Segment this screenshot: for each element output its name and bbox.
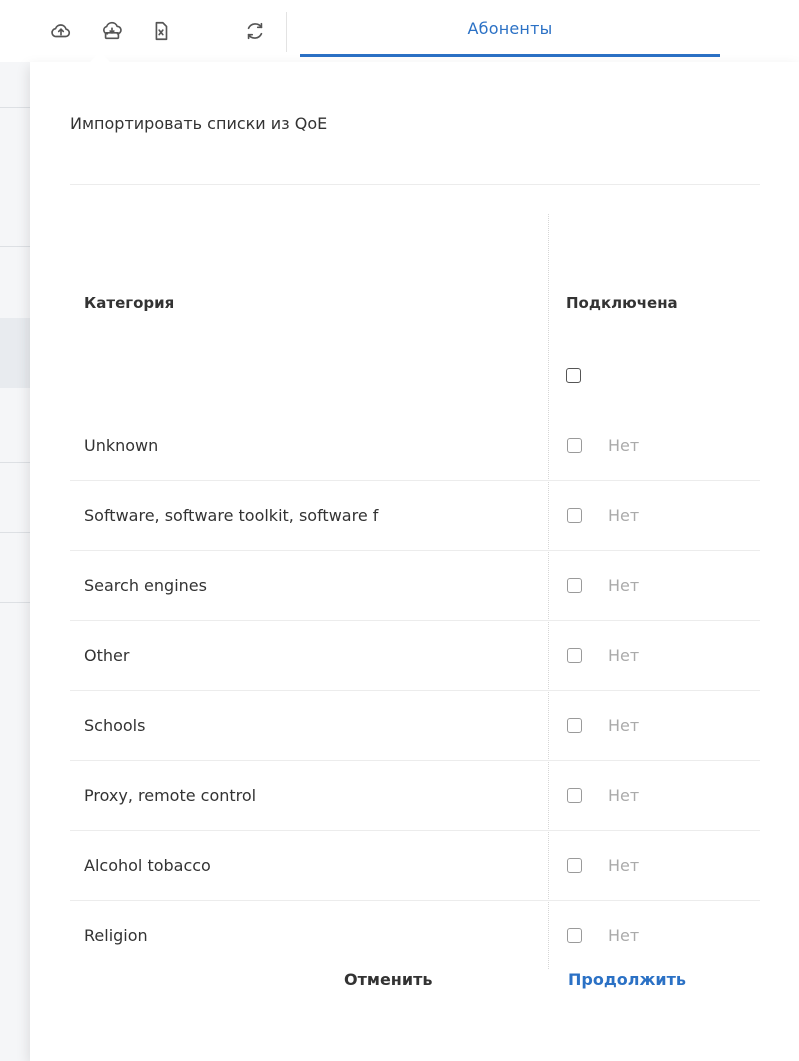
tab-subscribers-label: Абоненты — [467, 18, 553, 38]
top-toolbar: Абоненты — [0, 0, 799, 62]
row-category: Search engines — [84, 575, 207, 595]
row-checkbox[interactable] — [567, 438, 582, 453]
table-row: Software, software toolkit, software f Не… — [70, 480, 760, 551]
background-separator — [0, 602, 30, 603]
popover-arrow — [90, 52, 110, 62]
row-status: Нет — [608, 855, 640, 875]
cancel-button[interactable]: Отменить — [344, 970, 432, 989]
row-category: Software, software toolkit, software f — [84, 505, 379, 525]
background-row — [0, 318, 30, 388]
table-row: Schools Нет — [70, 690, 760, 761]
active-tab-indicator — [300, 54, 720, 57]
row-status: Нет — [608, 505, 640, 525]
table-row: Alcohol tobacco Нет — [70, 830, 760, 901]
row-category: Proxy, remote control — [84, 785, 257, 805]
row-status: Нет — [608, 715, 640, 735]
refresh-icon[interactable] — [242, 18, 268, 44]
title-separator — [70, 184, 760, 185]
table-row: Other Нет — [70, 620, 760, 691]
excel-file-icon[interactable] — [148, 18, 174, 44]
row-status: Нет — [608, 575, 640, 595]
table-row: Unknown Нет — [70, 410, 760, 481]
table-row: Proxy, remote control Нет — [70, 760, 760, 831]
continue-button[interactable]: Продолжить — [568, 970, 686, 989]
categories-table: Категория Подключена Unknown Нет Software,… — [70, 214, 760, 969]
row-category: Schools — [84, 715, 146, 735]
background-separator — [0, 107, 30, 108]
table-row: Religion Нет — [70, 900, 760, 969]
row-checkbox[interactable] — [567, 788, 582, 803]
background-separator — [0, 462, 30, 463]
row-category: Unknown — [84, 435, 159, 455]
row-checkbox[interactable] — [567, 578, 582, 593]
toolbar-divider — [286, 12, 287, 52]
dialog-title: Импортировать списки из QoE — [70, 114, 328, 133]
background-separator — [0, 246, 30, 247]
row-status: Нет — [608, 925, 640, 945]
row-category: Alcohol tobacco — [84, 855, 211, 875]
column-header-category: Категория — [84, 294, 175, 312]
row-status: Нет — [608, 785, 640, 805]
row-checkbox[interactable] — [567, 648, 582, 663]
import-dialog: Импортировать списки из QoE Категория По… — [30, 52, 799, 1061]
row-category: Religion — [84, 925, 148, 945]
select-all-checkbox[interactable] — [566, 368, 581, 383]
background-separator — [0, 532, 30, 533]
tab-subscribers[interactable]: Абоненты — [300, 0, 720, 56]
column-header-connected: Подключена — [566, 294, 678, 312]
row-checkbox[interactable] — [567, 928, 582, 943]
row-checkbox[interactable] — [567, 858, 582, 873]
row-status: Нет — [608, 645, 640, 665]
table-row: Search engines Нет — [70, 550, 760, 621]
row-checkbox[interactable] — [567, 508, 582, 523]
cloud-upload-icon[interactable] — [48, 18, 74, 44]
row-checkbox[interactable] — [567, 718, 582, 733]
row-category: Other — [84, 645, 130, 665]
row-status: Нет — [608, 435, 640, 455]
cloud-download-icon[interactable] — [99, 18, 125, 44]
